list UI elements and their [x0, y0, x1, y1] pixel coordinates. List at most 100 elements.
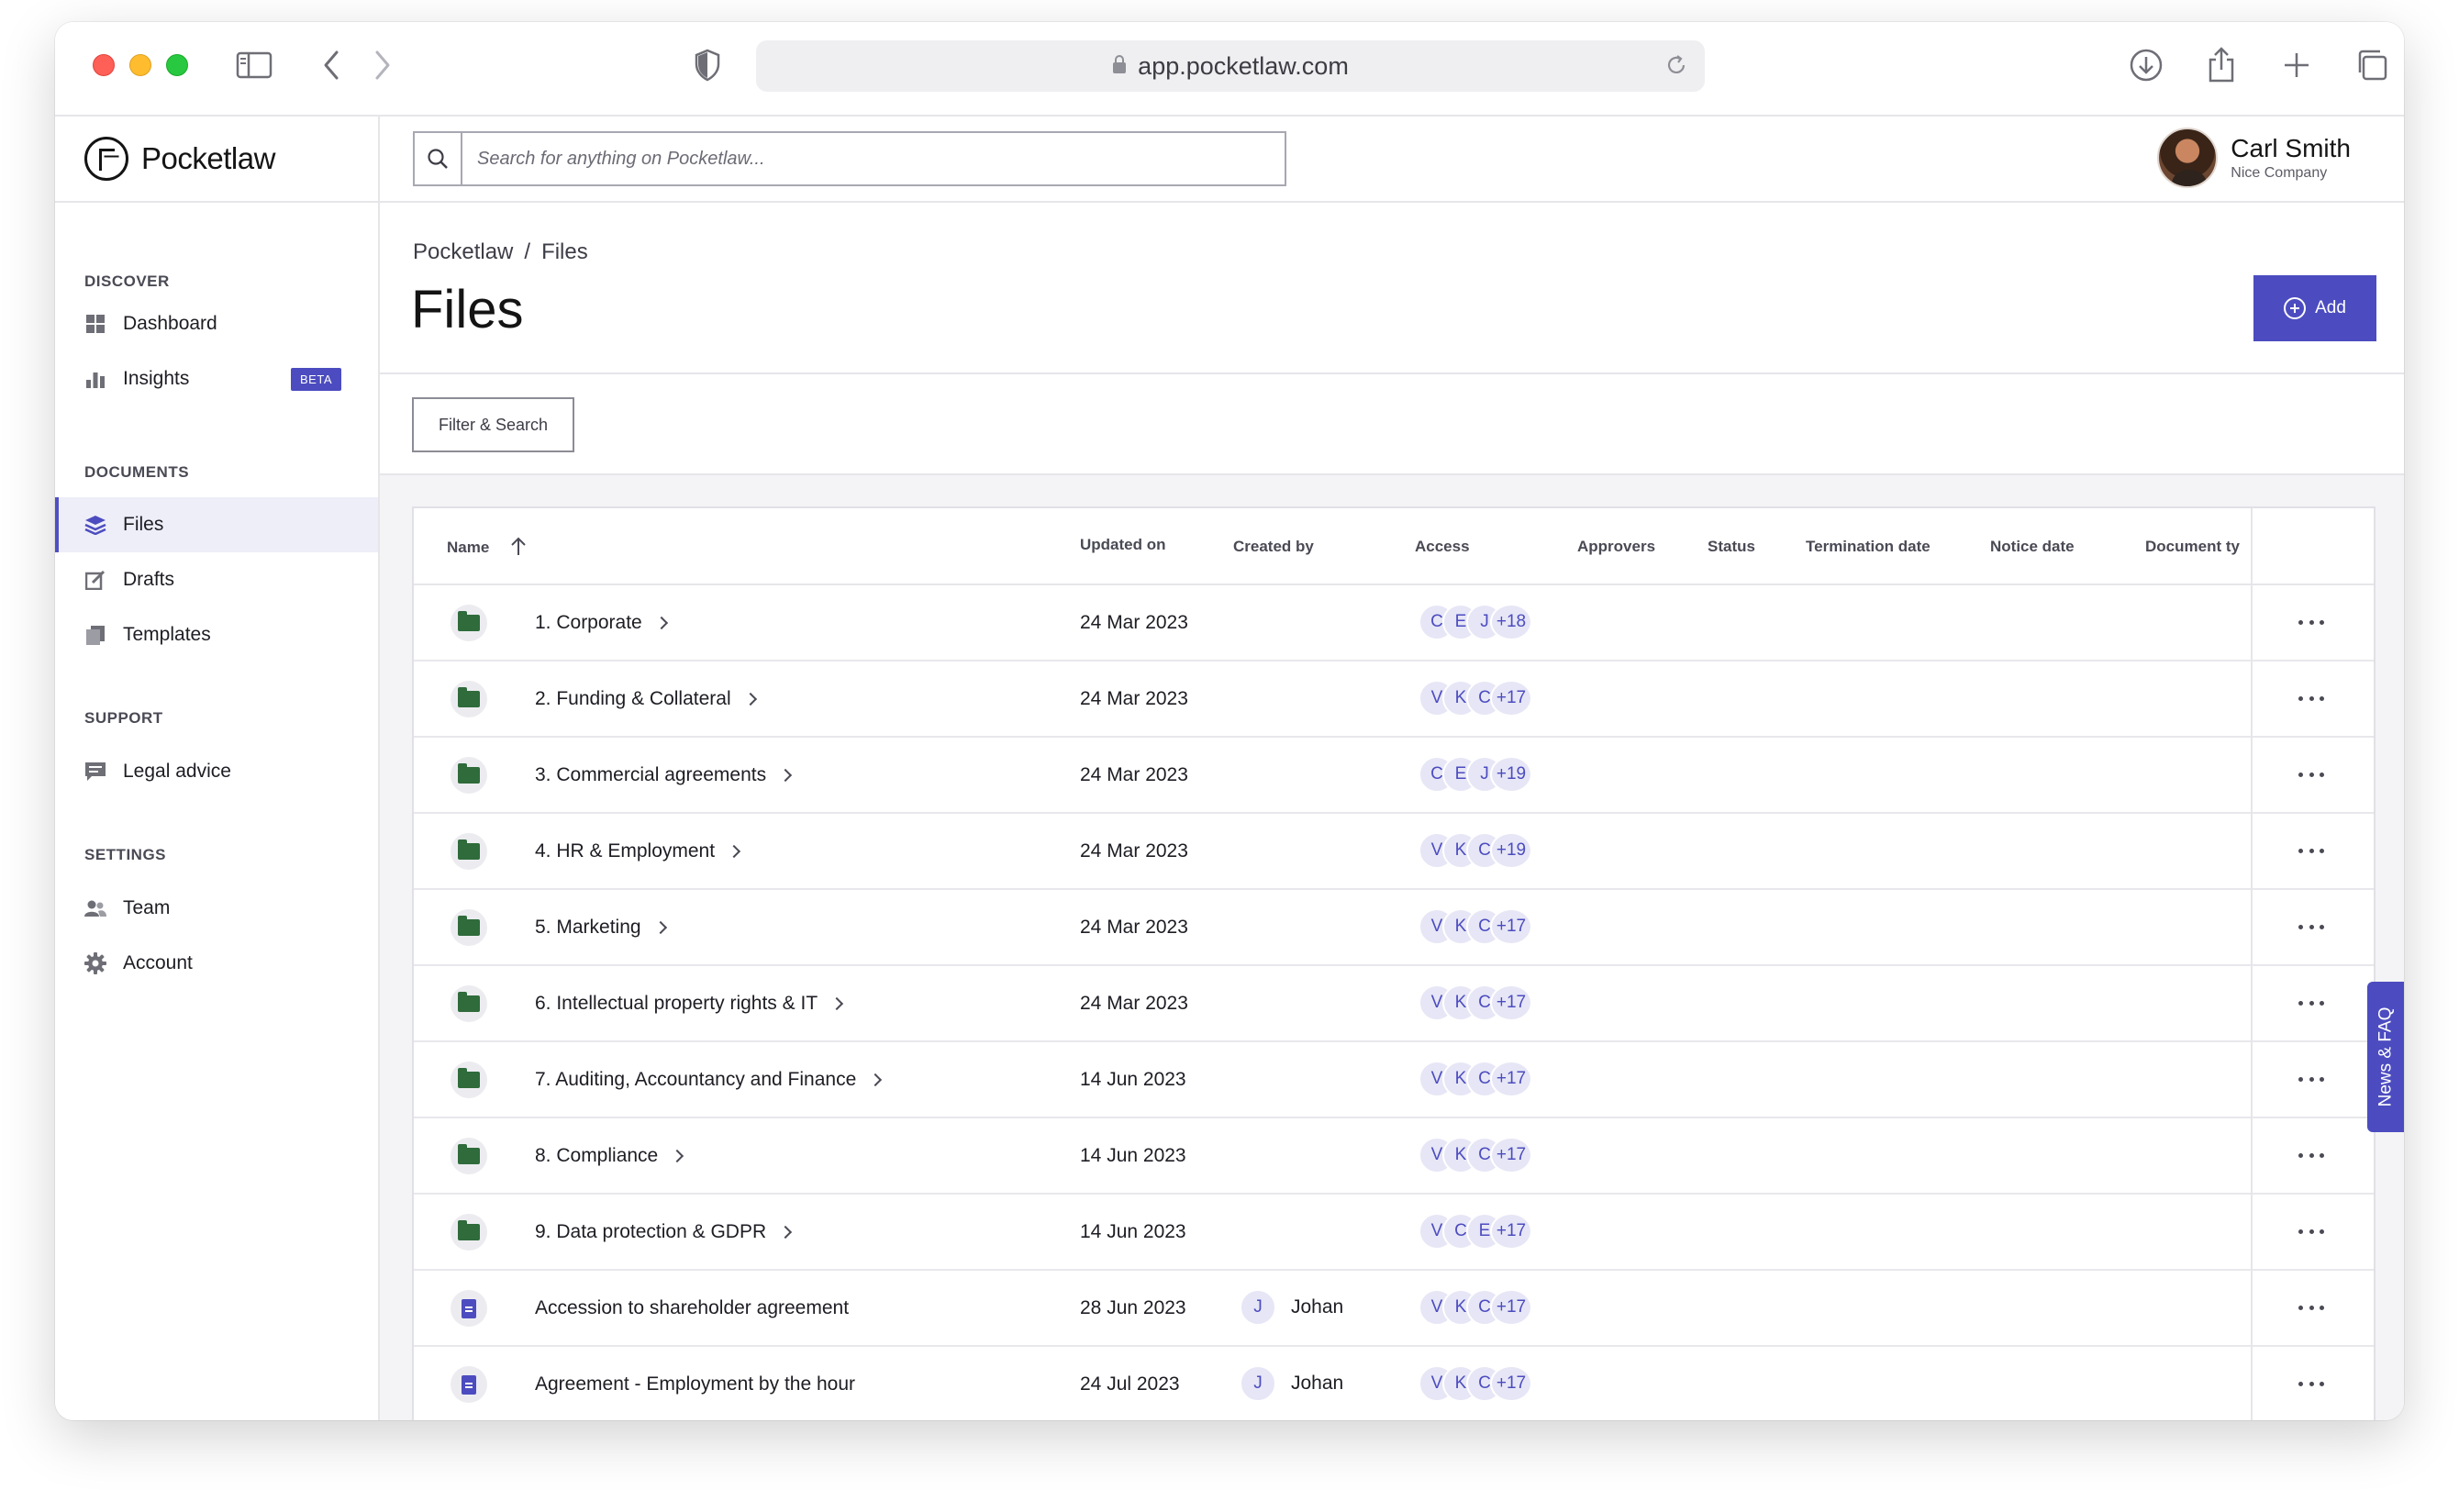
row-more-icon[interactable]: [2298, 763, 2324, 785]
breadcrumb-item-files: Files: [541, 239, 588, 264]
access-avatars[interactable]: V K C +17: [1419, 680, 1532, 717]
row-name[interactable]: 3. Commercial agreements: [535, 738, 793, 812]
privacy-shield-icon[interactable]: [684, 42, 730, 88]
search-icon[interactable]: [415, 133, 462, 184]
share-icon[interactable]: [2198, 42, 2244, 88]
close-window-button[interactable]: [93, 54, 115, 76]
sidebar-item-account[interactable]: Account: [55, 936, 378, 991]
chevron-right-icon: [743, 692, 757, 706]
folder-icon: [458, 1220, 480, 1240]
maximize-window-button[interactable]: [166, 54, 188, 76]
row-more-icon[interactable]: [2298, 1220, 2324, 1242]
access-avatars[interactable]: V K C +17: [1419, 1289, 1532, 1326]
news-faq-tab[interactable]: News & FAQ: [2367, 982, 2404, 1132]
table-row[interactable]: 8. Compliance 14 Jun 2023 V K C +17: [414, 1118, 2374, 1195]
row-more-icon[interactable]: [2298, 1144, 2324, 1166]
column-header-name[interactable]: Name: [447, 536, 527, 561]
sidebar-item-drafts[interactable]: Drafts: [55, 552, 378, 607]
breadcrumb: Pocketlaw / Files: [413, 239, 588, 265]
avatar-more-count: +17: [1490, 1137, 1532, 1173]
table-row[interactable]: 1. Corporate 24 Mar 2023 C E J +18: [414, 585, 2374, 662]
forward-icon[interactable]: [360, 42, 406, 88]
avatar-more-count: +19: [1490, 756, 1532, 793]
avatar[interactable]: [2157, 128, 2219, 188]
column-header-termination-date[interactable]: Termination date: [1806, 538, 1930, 556]
column-header-access[interactable]: Access: [1415, 538, 1470, 556]
logo[interactable]: Pocketlaw: [55, 117, 378, 203]
table-row[interactable]: Accession to shareholder agreement 28 Ju…: [414, 1271, 2374, 1347]
row-more-icon[interactable]: [2298, 687, 2324, 709]
sidebar-item-templates[interactable]: Templates: [55, 607, 378, 662]
reload-icon[interactable]: [1664, 53, 1688, 82]
row-name[interactable]: 9. Data protection & GDPR: [535, 1195, 793, 1269]
sidebar-item-legal-advice[interactable]: Legal advice: [55, 744, 378, 799]
add-button[interactable]: Add: [2253, 275, 2376, 341]
table-row[interactable]: 5. Marketing 24 Mar 2023 V K C +17: [414, 890, 2374, 966]
sidebar-item-dashboard[interactable]: Dashboard: [55, 296, 378, 351]
access-avatars[interactable]: V K C +19: [1419, 832, 1532, 869]
filter-search-button[interactable]: Filter & Search: [412, 397, 574, 452]
access-avatars[interactable]: V K C +17: [1419, 908, 1532, 945]
row-name[interactable]: Accession to shareholder agreement: [535, 1271, 849, 1345]
sidebar-item-label: Drafts: [123, 569, 175, 590]
row-name[interactable]: 2. Funding & Collateral: [535, 662, 757, 736]
table-row[interactable]: 4. HR & Employment 24 Mar 2023 V K C +19: [414, 814, 2374, 890]
row-name[interactable]: 8. Compliance: [535, 1118, 684, 1193]
access-avatars[interactable]: C E J +18: [1419, 604, 1532, 640]
minimize-window-button[interactable]: [129, 54, 151, 76]
table-row[interactable]: 3. Commercial agreements 24 Mar 2023 CEJ…: [414, 738, 2374, 814]
row-name[interactable]: 4. HR & Employment: [535, 814, 741, 888]
sidebar-item-team[interactable]: Team: [55, 881, 378, 936]
downloads-icon[interactable]: [2123, 42, 2169, 88]
back-icon[interactable]: [308, 42, 354, 88]
column-header-document-type[interactable]: Document ty: [2145, 538, 2248, 556]
search-input[interactable]: [462, 133, 1285, 184]
sidebar-item-files[interactable]: Files: [55, 497, 378, 552]
chevron-right-icon: [653, 920, 667, 934]
access-avatars[interactable]: C E J +19: [1419, 756, 1532, 793]
access-avatars[interactable]: V K C +17: [1419, 1061, 1532, 1097]
tab-overview-icon[interactable]: [2349, 42, 2395, 88]
column-header-updated-on[interactable]: Updated on: [1080, 536, 1166, 554]
row-more-icon[interactable]: [2298, 839, 2324, 862]
user-menu[interactable]: Carl Smith Nice Company: [2157, 128, 2351, 188]
column-header-created-by[interactable]: Created by: [1233, 538, 1314, 556]
column-header-status[interactable]: Status: [1708, 538, 1755, 556]
folder-icon-wrap: [451, 833, 487, 870]
row-more-icon[interactable]: [2298, 1068, 2324, 1090]
avatar-more-count: +17: [1490, 908, 1532, 945]
sidebar-toggle-icon[interactable]: [231, 42, 277, 88]
folder-icon-wrap: [451, 909, 487, 946]
breadcrumb-item-pocketlaw[interactable]: Pocketlaw: [413, 239, 513, 265]
column-header-notice-date[interactable]: Notice date: [1990, 538, 2075, 556]
sort-arrow-up-icon[interactable]: [510, 536, 527, 561]
row-name[interactable]: 7. Auditing, Accountancy and Finance: [535, 1042, 883, 1117]
address-bar[interactable]: app.pocketlaw.com: [756, 40, 1705, 92]
add-button-label: Add: [2315, 298, 2346, 317]
access-avatars[interactable]: V K C +17: [1419, 1365, 1532, 1402]
column-header-approvers[interactable]: Approvers: [1577, 538, 1655, 556]
new-tab-icon[interactable]: [2274, 42, 2320, 88]
row-name[interactable]: 1. Corporate: [535, 585, 668, 660]
row-more-icon[interactable]: [2298, 611, 2324, 633]
row-more-icon[interactable]: [2298, 1373, 2324, 1395]
row-name[interactable]: 6. Intellectual property rights & IT: [535, 966, 844, 1040]
folder-icon-wrap: [451, 985, 487, 1022]
table-row[interactable]: 7. Auditing, Accountancy and Finance 14 …: [414, 1042, 2374, 1118]
row-name[interactable]: 5. Marketing: [535, 890, 667, 964]
sidebar-item-insights[interactable]: Insights BETA: [55, 351, 378, 406]
table-row[interactable]: 6. Intellectual property rights & IT 24 …: [414, 966, 2374, 1042]
access-avatars[interactable]: V K C +17: [1419, 1137, 1532, 1173]
row-more-icon[interactable]: [2298, 916, 2324, 938]
table-row[interactable]: 2. Funding & Collateral 24 Mar 2023 V K C +…: [414, 662, 2374, 738]
access-avatars[interactable]: V C E +17: [1419, 1213, 1532, 1250]
row-more-icon[interactable]: [2298, 1296, 2324, 1318]
row-more-icon[interactable]: [2298, 992, 2324, 1014]
breadcrumb-separator: /: [524, 239, 531, 264]
row-name[interactable]: Agreement - Employment by the hour: [535, 1347, 855, 1420]
table-row[interactable]: Agreement - Employment by the hour 24 Ju…: [414, 1347, 2374, 1420]
access-avatars[interactable]: V K C +17: [1419, 984, 1532, 1021]
search-bar[interactable]: [413, 131, 1286, 186]
table-row[interactable]: 9. Data protection & GDPR 14 Jun 2023 VC…: [414, 1195, 2374, 1271]
row-updated: 24 Jul 2023: [1080, 1373, 1180, 1395]
